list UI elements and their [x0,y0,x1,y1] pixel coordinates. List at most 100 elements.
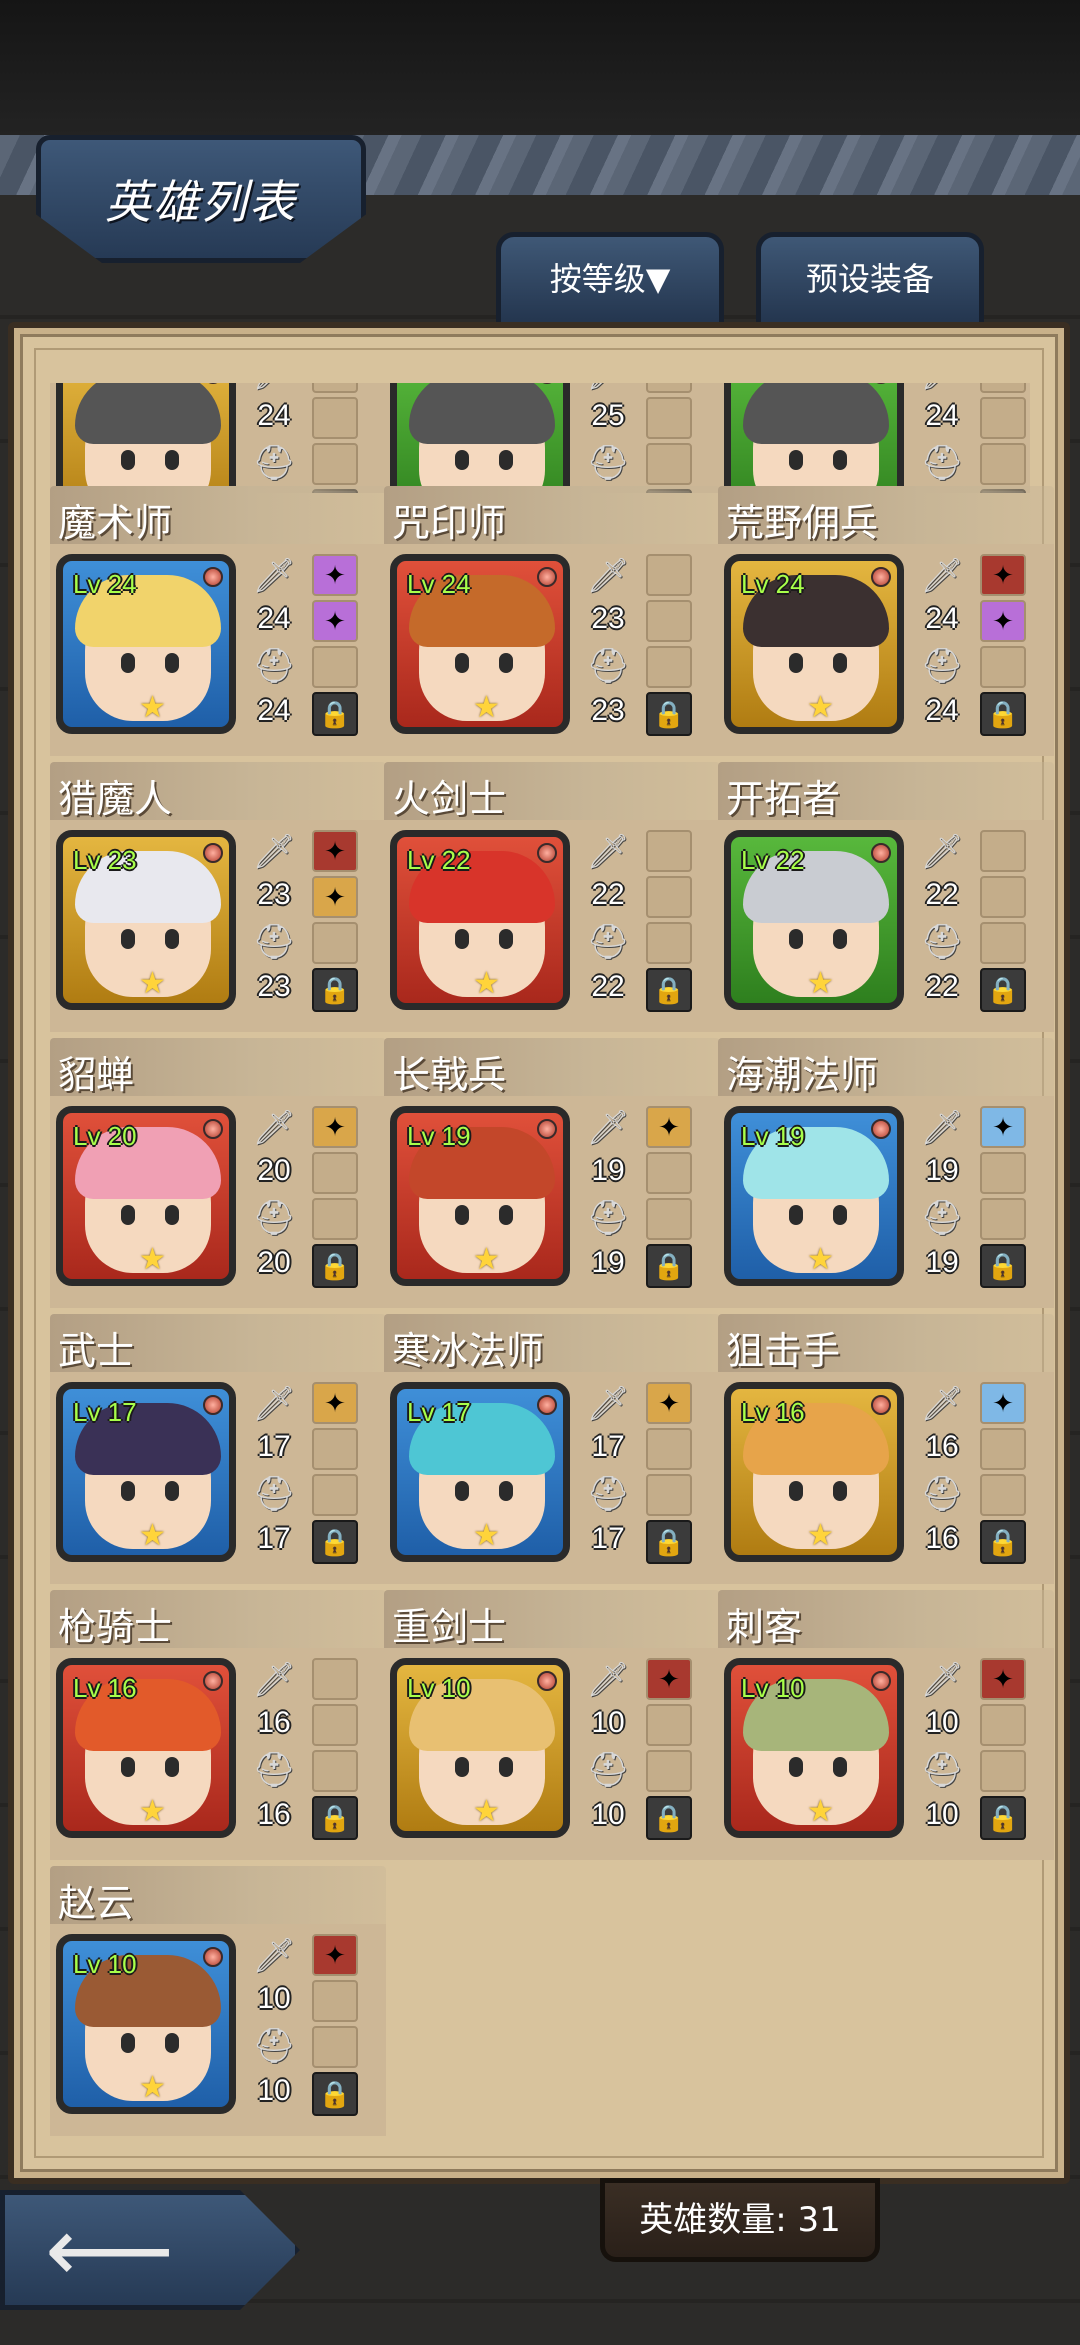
equipment-slot-empty[interactable] [646,554,692,596]
equipment-slot-item[interactable]: ✦ [980,1382,1026,1424]
equipment-slot-empty[interactable] [312,922,358,964]
lock-icon[interactable]: 🔒 [312,692,358,736]
back-button[interactable]: ⟵ [0,2190,300,2310]
hero-portrait[interactable]: ★ [724,383,904,493]
equipment-slot-empty[interactable] [646,383,692,393]
lock-icon[interactable]: 🔒 [980,1244,1026,1288]
hero-card[interactable]: 海潮法师 Lv 19 ★ 🗡 19 ⛑ 19 ✦ 🔒 [718,1038,1054,1308]
equipment-slot-empty[interactable] [646,1428,692,1470]
hero-card[interactable]: 长戟兵 Lv 19 ★ 🗡 19 ⛑ 19 ✦ 🔒 [384,1038,720,1308]
hero-portrait[interactable]: Lv 16 ★ [724,1382,904,1562]
hero-portrait[interactable]: Lv 10 ★ [390,1658,570,1838]
equipment-slot-empty[interactable] [646,1750,692,1792]
hero-card-partial[interactable]: ★ 🗡 25 ⛑ 25 🔒 [384,383,720,493]
equipment-slot-empty[interactable] [312,1474,358,1516]
lock-icon[interactable]: 🔒 [312,968,358,1012]
equipment-slot-empty[interactable] [980,397,1026,439]
hero-portrait[interactable]: Lv 17 ★ [390,1382,570,1562]
equipment-slot-empty[interactable] [646,830,692,872]
sort-by-level-button[interactable]: 按等级▼ [496,232,724,327]
hero-card[interactable]: 荒野佣兵 Lv 24 ★ 🗡 24 ⛑ 24 ✦ ✦ 🔒 [718,486,1054,756]
hero-portrait[interactable]: Lv 19 ★ [724,1106,904,1286]
equipment-slot-item[interactable]: ✦ [312,1106,358,1148]
hero-card[interactable]: 火剑士 Lv 22 ★ 🗡 22 ⛑ 22 🔒 [384,762,720,1032]
lock-icon[interactable]: 🔒 [312,1520,358,1564]
equipment-slot-item[interactable]: ✦ [646,1658,692,1700]
hero-portrait[interactable]: Lv 22 ★ [390,830,570,1010]
equipment-slot-empty[interactable] [312,1750,358,1792]
equipment-slot-empty[interactable] [646,876,692,918]
equipment-slot-empty[interactable] [980,1474,1026,1516]
hero-portrait[interactable]: Lv 19 ★ [390,1106,570,1286]
lock-icon[interactable]: 🔒 [646,1520,692,1564]
equipment-slot-item[interactable]: ✦ [980,554,1026,596]
lock-icon[interactable]: 🔒 [312,1244,358,1288]
lock-icon[interactable]: 🔒 [312,1796,358,1840]
hero-card[interactable]: 武士 Lv 17 ★ 🗡 17 ⛑ 17 ✦ 🔒 [50,1314,386,1584]
equipment-slot-empty[interactable] [646,1198,692,1240]
equipment-slot-empty[interactable] [980,1152,1026,1194]
equipment-slot-empty[interactable] [312,1198,358,1240]
lock-icon[interactable]: 🔒 [646,1244,692,1288]
hero-portrait[interactable]: Lv 22 ★ [724,830,904,1010]
lock-icon[interactable]: 🔒 [312,2072,358,2116]
equipment-slot-empty[interactable] [980,383,1026,393]
lock-icon[interactable]: 🔒 [646,692,692,736]
equipment-slot-empty[interactable] [312,1658,358,1700]
equipment-slot-empty[interactable] [980,1704,1026,1746]
equipment-slot-empty[interactable] [312,443,358,485]
equipment-slot-empty[interactable] [646,646,692,688]
equipment-slot-empty[interactable] [980,1428,1026,1470]
hero-portrait[interactable]: Lv 16 ★ [56,1658,236,1838]
equipment-slot-empty[interactable] [312,1428,358,1470]
equipment-slot-empty[interactable] [980,922,1026,964]
equipment-slot-empty[interactable] [312,2026,358,2068]
equipment-slot-item[interactable]: ✦ [980,1658,1026,1700]
hero-card[interactable]: 魔术师 Lv 24 ★ 🗡 24 ⛑ 24 ✦ ✦ 🔒 [50,486,386,756]
equipment-slot-empty[interactable] [980,876,1026,918]
equipment-slot-empty[interactable] [312,1152,358,1194]
lock-icon[interactable]: 🔒 [980,968,1026,1012]
hero-card-partial[interactable]: ★ 🗡 24 ⛑ 24 🔒 [50,383,386,493]
hero-card[interactable]: 猎魔人 Lv 23 ★ 🗡 23 ⛑ 23 ✦ ✦ 🔒 [50,762,386,1032]
hero-card[interactable]: 重剑士 Lv 10 ★ 🗡 10 ⛑ 10 ✦ 🔒 [384,1590,720,1860]
equipment-slot-item[interactable]: ✦ [312,600,358,642]
equipment-slot-empty[interactable] [312,397,358,439]
hero-portrait[interactable]: Lv 24 ★ [56,554,236,734]
equipment-slot-empty[interactable] [980,443,1026,485]
equipment-slot-empty[interactable] [646,922,692,964]
preset-equipment-button[interactable]: 预设装备 [756,232,984,327]
hero-card[interactable]: 寒冰法师 Lv 17 ★ 🗡 17 ⛑ 17 ✦ 🔒 [384,1314,720,1584]
equipment-slot-empty[interactable] [646,600,692,642]
hero-card[interactable]: 赵云 Lv 10 ★ 🗡 10 ⛑ 10 ✦ 🔒 [50,1866,386,2136]
hero-portrait[interactable]: Lv 20 ★ [56,1106,236,1286]
equipment-slot-item[interactable]: ✦ [980,1106,1026,1148]
hero-portrait[interactable]: Lv 10 ★ [56,1934,236,2114]
equipment-slot-empty[interactable] [646,443,692,485]
equipment-slot-empty[interactable] [312,1980,358,2022]
equipment-slot-item[interactable]: ✦ [980,600,1026,642]
equipment-slot-empty[interactable] [312,383,358,393]
lock-icon[interactable]: 🔒 [646,1796,692,1840]
equipment-slot-empty[interactable] [980,646,1026,688]
hero-card[interactable]: 貂蝉 Lv 20 ★ 🗡 20 ⛑ 20 ✦ 🔒 [50,1038,386,1308]
equipment-slot-empty[interactable] [646,1152,692,1194]
equipment-slot-empty[interactable] [980,830,1026,872]
hero-portrait[interactable]: Lv 17 ★ [56,1382,236,1562]
equipment-slot-empty[interactable] [980,1198,1026,1240]
equipment-slot-empty[interactable] [312,1704,358,1746]
hero-card[interactable]: 开拓者 Lv 22 ★ 🗡 22 ⛑ 22 🔒 [718,762,1054,1032]
equipment-slot-item[interactable]: ✦ [312,554,358,596]
equipment-slot-empty[interactable] [980,1750,1026,1792]
equipment-slot-item[interactable]: ✦ [646,1106,692,1148]
hero-card[interactable]: 刺客 Lv 10 ★ 🗡 10 ⛑ 10 ✦ 🔒 [718,1590,1054,1860]
lock-icon[interactable]: 🔒 [980,692,1026,736]
hero-portrait[interactable]: ★ [56,383,236,493]
equipment-slot-empty[interactable] [646,1704,692,1746]
hero-portrait[interactable]: Lv 23 ★ [56,830,236,1010]
lock-icon[interactable]: 🔒 [980,1520,1026,1564]
equipment-slot-empty[interactable] [646,1474,692,1516]
hero-portrait[interactable]: Lv 24 ★ [390,554,570,734]
equipment-slot-item[interactable]: ✦ [312,830,358,872]
hero-portrait[interactable]: Lv 10 ★ [724,1658,904,1838]
